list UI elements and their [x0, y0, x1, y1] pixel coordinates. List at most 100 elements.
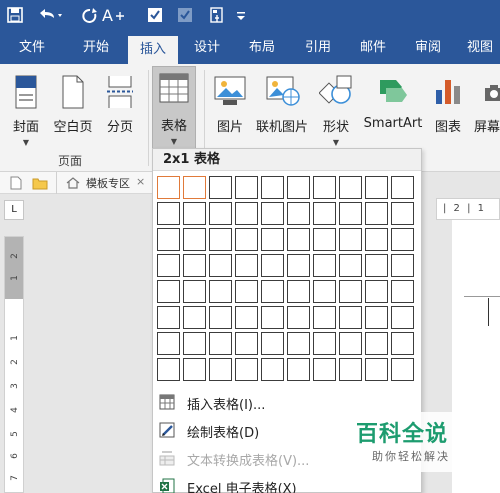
- online-picture-button[interactable]: 联机图片: [252, 70, 312, 150]
- table-button[interactable]: 表格 ▼: [152, 66, 196, 150]
- table-grid-cell[interactable]: [235, 202, 258, 225]
- table-grid-cell[interactable]: [209, 332, 232, 355]
- table-grid-cell[interactable]: [339, 254, 362, 277]
- save-icon[interactable]: [4, 4, 26, 26]
- table-grid-cell[interactable]: [391, 358, 414, 381]
- table-grid-cell[interactable]: [287, 332, 310, 355]
- smartart-button[interactable]: SmartArt: [360, 70, 426, 150]
- checkbox-icon[interactable]: [176, 4, 194, 26]
- chart-button[interactable]: 图表: [428, 70, 468, 150]
- table-grid-cell[interactable]: [313, 202, 336, 225]
- table-grid-cell[interactable]: [287, 358, 310, 381]
- table-grid-cell[interactable]: [261, 254, 284, 277]
- table-grid-cell[interactable]: [365, 228, 388, 251]
- table-grid-cell[interactable]: [261, 358, 284, 381]
- table-grid-cell[interactable]: [261, 332, 284, 355]
- table-grid-cell[interactable]: [313, 254, 336, 277]
- folder-icon[interactable]: [32, 176, 48, 190]
- table-grid-cell[interactable]: [339, 228, 362, 251]
- close-icon[interactable]: ×: [136, 175, 145, 188]
- table-grid-cell[interactable]: [183, 254, 206, 277]
- page-break-button[interactable]: 分页: [98, 70, 142, 150]
- table-grid-cell[interactable]: [157, 176, 180, 199]
- table-grid-cell[interactable]: [287, 202, 310, 225]
- table-grid-cell[interactable]: [391, 306, 414, 329]
- table-grid-cell[interactable]: [339, 280, 362, 303]
- table-grid-cell[interactable]: [313, 228, 336, 251]
- horizontal-ruler[interactable]: | 2 | 1: [436, 198, 500, 220]
- table-grid-cell[interactable]: [157, 228, 180, 251]
- table-grid-cell[interactable]: [235, 332, 258, 355]
- table-grid-cell[interactable]: [287, 228, 310, 251]
- home-icon[interactable]: [66, 177, 80, 189]
- table-grid-cell[interactable]: [365, 176, 388, 199]
- table-grid-cell[interactable]: [235, 358, 258, 381]
- table-grid-cell[interactable]: [287, 280, 310, 303]
- table-grid-cell[interactable]: [183, 228, 206, 251]
- table-grid-cell[interactable]: [287, 254, 310, 277]
- picture-button[interactable]: 图片: [210, 70, 250, 150]
- tab-home[interactable]: 开始: [68, 32, 124, 64]
- checkbox-icon[interactable]: [146, 4, 164, 26]
- table-grid-cell[interactable]: [157, 358, 180, 381]
- redo-icon[interactable]: A: [78, 4, 130, 26]
- table-grid-cell[interactable]: [157, 202, 180, 225]
- touch-mode-icon[interactable]: [206, 4, 228, 26]
- table-grid-cell[interactable]: [209, 176, 232, 199]
- tab-mailings[interactable]: 邮件: [348, 32, 398, 64]
- table-grid-cell[interactable]: [313, 306, 336, 329]
- table-grid-cell[interactable]: [391, 332, 414, 355]
- table-grid-cell[interactable]: [365, 202, 388, 225]
- table-grid-cell[interactable]: [235, 176, 258, 199]
- table-grid-cell[interactable]: [391, 254, 414, 277]
- table-grid-cell[interactable]: [391, 280, 414, 303]
- table-grid-cell[interactable]: [183, 332, 206, 355]
- table-grid-cell[interactable]: [313, 280, 336, 303]
- table-grid-cell[interactable]: [261, 202, 284, 225]
- table-grid-cell[interactable]: [183, 176, 206, 199]
- table-grid-cell[interactable]: [365, 254, 388, 277]
- table-grid-cell[interactable]: [365, 358, 388, 381]
- table-grid-cell[interactable]: [391, 176, 414, 199]
- cover-page-button[interactable]: 封面 ▼: [4, 70, 48, 150]
- table-grid-cell[interactable]: [157, 332, 180, 355]
- tab-view[interactable]: 视图: [458, 32, 500, 64]
- tab-layout[interactable]: 布局: [236, 32, 288, 64]
- table-grid-cell[interactable]: [157, 280, 180, 303]
- table-grid-cell[interactable]: [313, 176, 336, 199]
- table-grid-cell[interactable]: [235, 254, 258, 277]
- table-grid-cell[interactable]: [235, 280, 258, 303]
- customize-qat-icon[interactable]: [234, 4, 248, 26]
- tab-insert[interactable]: 插入: [128, 36, 178, 64]
- table-grid-cell[interactable]: [235, 228, 258, 251]
- screenshot-button[interactable]: 屏幕: [470, 70, 500, 150]
- table-grid-cell[interactable]: [261, 228, 284, 251]
- table-grid-cell[interactable]: [209, 306, 232, 329]
- table-grid-cell[interactable]: [339, 306, 362, 329]
- table-grid-cell[interactable]: [391, 202, 414, 225]
- tab-design[interactable]: 设计: [182, 32, 232, 64]
- table-grid-cell[interactable]: [209, 202, 232, 225]
- table-grid-cell[interactable]: [313, 332, 336, 355]
- table-grid-cell[interactable]: [287, 306, 310, 329]
- table-grid-cell[interactable]: [157, 254, 180, 277]
- table-grid-cell[interactable]: [209, 358, 232, 381]
- table-grid-cell[interactable]: [365, 280, 388, 303]
- tab-file[interactable]: 文件: [4, 32, 60, 64]
- table-grid-cell[interactable]: [261, 176, 284, 199]
- excel-spreadsheet-item[interactable]: Excel 电子表格(X): [153, 473, 421, 493]
- table-grid-cell[interactable]: [391, 228, 414, 251]
- table-grid-cell[interactable]: [339, 332, 362, 355]
- table-grid-cell[interactable]: [209, 228, 232, 251]
- shapes-button[interactable]: 形状 ▼: [314, 70, 358, 150]
- template-zone-label[interactable]: 模板专区: [86, 175, 130, 191]
- table-grid-cell[interactable]: [339, 202, 362, 225]
- table-grid-cell[interactable]: [313, 358, 336, 381]
- tab-review[interactable]: 审阅: [402, 32, 454, 64]
- document-icon[interactable]: [10, 176, 22, 190]
- table-grid-cell[interactable]: [157, 306, 180, 329]
- table-grid-cell[interactable]: [183, 202, 206, 225]
- undo-icon[interactable]: [34, 4, 68, 26]
- table-grid-cell[interactable]: [261, 280, 284, 303]
- table-grid-cell[interactable]: [183, 280, 206, 303]
